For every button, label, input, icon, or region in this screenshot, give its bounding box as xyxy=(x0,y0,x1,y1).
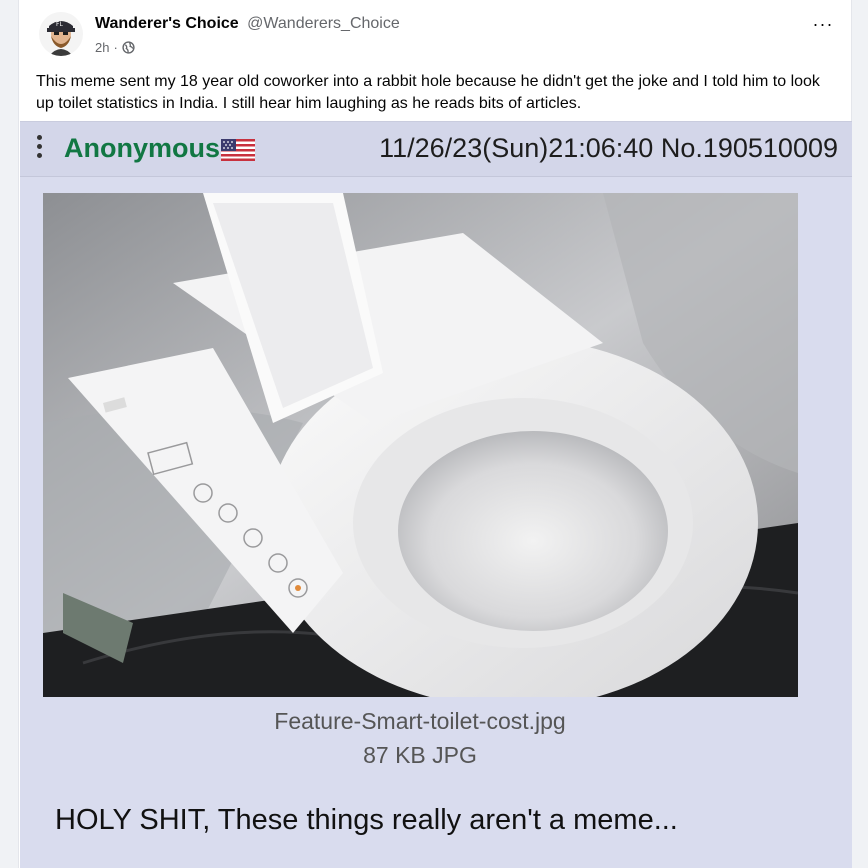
post-text: This meme sent my 18 year old coworker i… xyxy=(36,73,820,112)
meme-post-header: Anonymous 11/26/23(Sun)21:06:40 No.19051… xyxy=(20,122,852,177)
meme-filename: Feature-Smart-toilet-cost.jpg xyxy=(274,708,566,734)
toilet-photo xyxy=(43,193,798,697)
meme-filesize: 87 KB JPG xyxy=(363,742,477,768)
vertical-dots-icon xyxy=(37,135,43,163)
author-handle[interactable]: @Wanderers_Choice xyxy=(247,15,400,32)
meme-poster-name: Anonymous xyxy=(64,133,221,163)
post-meta: 2h · xyxy=(95,40,135,55)
meme-image[interactable]: Anonymous 11/26/23(Sun)21:06:40 No.19051… xyxy=(20,121,852,868)
ellipsis-icon: ··· xyxy=(812,13,834,34)
post-card: FL Wanderer's Choice @Wanderers_Choice 2… xyxy=(18,0,852,868)
bearded-man-avatar-icon: FL xyxy=(39,12,83,56)
more-options-button[interactable]: ··· xyxy=(809,10,837,38)
author-avatar[interactable]: FL xyxy=(39,12,83,56)
meme-comment: HOLY SHIT, These things really aren't a … xyxy=(55,804,678,836)
meme-post-info: 11/26/23(Sun)21:06:40 No.190510009 xyxy=(379,133,838,163)
public-globe-icon xyxy=(122,41,135,54)
post-time[interactable]: 2h xyxy=(95,40,109,55)
author-line: Wanderer's Choice @Wanderers_Choice xyxy=(95,15,400,33)
svg-text:FL: FL xyxy=(56,21,63,28)
author-name[interactable]: Wanderer's Choice xyxy=(95,15,239,32)
us-flag-icon xyxy=(221,139,255,161)
meta-separator: · xyxy=(113,40,118,55)
